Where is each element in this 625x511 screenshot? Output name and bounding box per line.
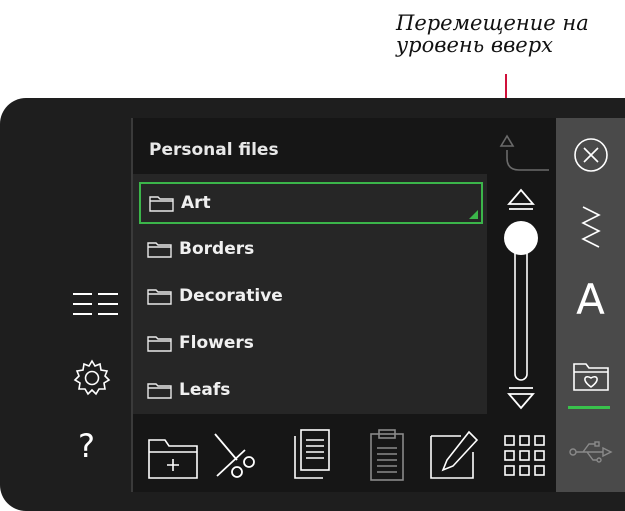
file-name: Flowers xyxy=(179,333,254,353)
grid-view-icon[interactable] xyxy=(497,426,553,486)
help-icon[interactable]: ? xyxy=(78,428,95,464)
usb-button[interactable] xyxy=(556,434,625,470)
folder-icon xyxy=(147,383,172,399)
callout-line-2: уровень вверх xyxy=(396,33,554,57)
folder-icon xyxy=(147,336,172,352)
folder-icon xyxy=(147,242,172,258)
list-item-flowers[interactable]: Flowers xyxy=(139,322,483,364)
callout-line-1: Перемещение на xyxy=(396,11,589,35)
stitch-button[interactable] xyxy=(556,200,625,256)
folder-icon xyxy=(149,196,174,212)
personal-files-icon xyxy=(572,363,609,391)
bottom-toolbar xyxy=(141,426,553,488)
close-button[interactable] xyxy=(556,132,625,178)
paste-icon[interactable] xyxy=(359,426,415,486)
folder-icon xyxy=(147,289,172,305)
file-browser-panel: Personal files Art Borders Decorative Fl… xyxy=(131,118,558,492)
panel-title: Personal files xyxy=(149,140,279,160)
close-icon xyxy=(573,138,608,172)
copy-icon[interactable] xyxy=(287,426,343,486)
gear-icon[interactable] xyxy=(72,358,112,398)
new-folder-icon[interactable] xyxy=(145,426,201,486)
list-item-art[interactable]: Art xyxy=(139,182,483,224)
stitch-icon xyxy=(580,206,601,248)
file-name: Borders xyxy=(179,239,255,259)
scroll-down-arrow-icon xyxy=(507,393,535,410)
right-sidebar: A xyxy=(556,118,625,492)
selection-corner-icon xyxy=(469,210,478,219)
list-item-borders[interactable]: Borders xyxy=(139,228,483,270)
font-button[interactable]: A xyxy=(556,270,625,330)
scrollbar[interactable] xyxy=(499,176,543,416)
file-list: Art Borders Decorative Flowers Leafs xyxy=(133,174,487,414)
rename-icon[interactable] xyxy=(425,426,481,486)
list-item-decorative[interactable]: Decorative xyxy=(139,275,483,317)
font-icon: A xyxy=(576,275,605,324)
active-indicator xyxy=(568,406,610,409)
file-name: Decorative xyxy=(179,286,283,306)
list-view-icon[interactable] xyxy=(72,292,120,318)
cut-icon[interactable] xyxy=(207,426,263,486)
personal-files-button[interactable] xyxy=(556,354,625,400)
scroll-up-arrow-icon xyxy=(507,188,535,205)
file-name: Art xyxy=(181,193,211,213)
scroll-thumb xyxy=(504,221,538,255)
up-level-icon[interactable] xyxy=(495,130,551,176)
file-name: Leafs xyxy=(179,380,231,400)
list-item-leafs[interactable]: Leafs xyxy=(139,369,483,411)
usb-icon xyxy=(568,441,613,463)
callout-caption: Перемещение на уровень вверх xyxy=(396,12,616,56)
